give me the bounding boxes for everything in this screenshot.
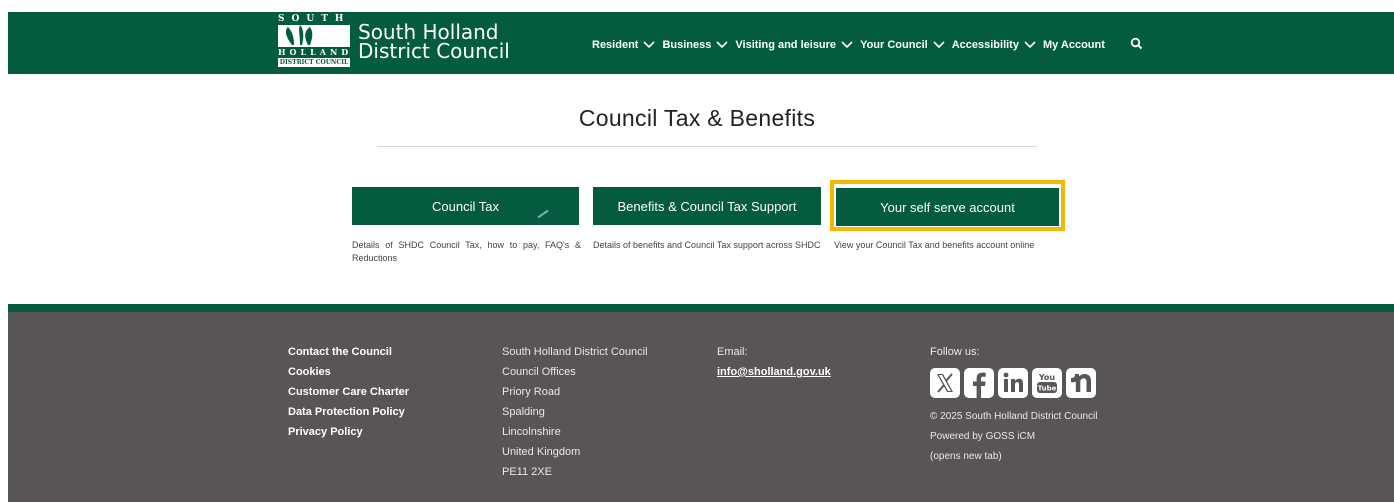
follow-label: Follow us: xyxy=(930,346,980,358)
nav-my-account[interactable]: My Account xyxy=(1043,39,1105,51)
svg-text:Tube: Tube xyxy=(1038,385,1057,393)
powered-by-link[interactable]: Powered by GOSS iCM xyxy=(930,430,1100,450)
logo-emblem: SOUTH HOLLAND DISTRICT COUNCIL xyxy=(278,14,356,70)
tulip-emblem-icon xyxy=(278,25,350,47)
logo-wordmark: South Holland District Council xyxy=(358,22,510,63)
chevron-down-icon xyxy=(1024,41,1036,49)
chevron-down-icon xyxy=(841,41,853,49)
youtube-icon[interactable]: You Tube xyxy=(1032,368,1062,398)
benefits-description: Details of benefits and Council Tax supp… xyxy=(593,240,821,250)
council-tax-button[interactable]: Council Tax xyxy=(352,187,579,225)
facebook-icon[interactable] xyxy=(964,368,994,398)
page-title: Council Tax & Benefits xyxy=(578,105,816,131)
address-line: Spalding xyxy=(502,406,545,418)
linkedin-icon[interactable] xyxy=(998,368,1028,398)
self-serve-description: View your Council Tax and benefits accou… xyxy=(834,240,1035,250)
card-label: Your self serve account xyxy=(880,199,1015,215)
address-line: United Kingdom xyxy=(502,446,581,458)
footer-link-contact[interactable]: Contact the Council xyxy=(288,346,409,366)
card-label: Council Tax xyxy=(432,198,499,214)
council-tax-description: Details of SHDC Council Tax, how to pay,… xyxy=(352,240,581,263)
site-footer: Contact the Council Cookies Customer Car… xyxy=(8,312,1394,502)
title-divider xyxy=(377,146,1037,147)
footer-social: Follow us: You Tube © 2025 South Holland… xyxy=(930,346,1100,470)
address-line: Council Offices xyxy=(502,366,576,378)
footer-link-customer-care[interactable]: Customer Care Charter xyxy=(288,386,409,406)
copyright-text: © 2025 South Holland District Council xyxy=(930,411,1098,422)
council-logo[interactable]: SOUTH HOLLAND DISTRICT COUNCIL South Hol… xyxy=(278,14,510,70)
address-line: South Holland District Council xyxy=(502,346,648,358)
logo-mark-district: DISTRICT COUNCIL xyxy=(278,58,350,67)
site-header: SOUTH HOLLAND DISTRICT COUNCIL South Hol… xyxy=(8,12,1394,74)
card-label: Benefits & Council Tax Support xyxy=(617,198,797,214)
nav-your-council[interactable]: Your Council xyxy=(860,39,945,51)
footer-address: South Holland District Council Council O… xyxy=(502,346,648,486)
x-icon[interactable] xyxy=(930,368,960,398)
logo-mark-south: SOUTH xyxy=(278,14,351,24)
nav-label: Business xyxy=(662,39,712,51)
nav-accessibility[interactable]: Accessibility xyxy=(952,39,1036,51)
logo-line-2: District Council xyxy=(358,39,510,63)
address-line: Priory Road xyxy=(502,386,561,398)
nav-resident[interactable]: Resident xyxy=(592,39,656,51)
benefits-council-tax-support-button[interactable]: Benefits & Council Tax Support xyxy=(593,187,821,225)
logo-mark-holland: HOLLAND xyxy=(278,47,353,57)
nav-label: My Account xyxy=(1042,39,1105,51)
footer-email: Email: info@sholland.gov.uk xyxy=(717,346,831,386)
footer-link-privacy[interactable]: Privacy Policy xyxy=(288,426,409,446)
nav-label: Accessibility xyxy=(951,39,1019,51)
email-label: Email: xyxy=(717,346,748,358)
nav-label: Visiting and leisure xyxy=(735,39,837,51)
address-line: PE11 2XE xyxy=(502,466,552,478)
nav-label: Your Council xyxy=(860,39,928,51)
footer-top-bar xyxy=(8,304,1394,312)
chevron-down-icon xyxy=(933,41,945,49)
self-serve-account-button[interactable]: Your self serve account xyxy=(836,188,1059,226)
svg-text:You: You xyxy=(1038,373,1056,382)
email-link[interactable]: info@sholland.gov.uk xyxy=(717,366,831,386)
chevron-down-icon xyxy=(643,41,656,49)
address-line: Lincolnshire xyxy=(502,426,561,438)
nav-business[interactable]: Business xyxy=(662,39,728,51)
social-icons: You Tube xyxy=(930,368,1100,398)
nextdoor-icon[interactable] xyxy=(1066,368,1096,398)
nav-label: Resident xyxy=(592,39,639,51)
opens-new-tab-note: (opens new tab) xyxy=(930,451,1002,462)
footer-link-data-protection[interactable]: Data Protection Policy xyxy=(288,406,409,426)
main-nav: Resident Business Visiting and leisure Y… xyxy=(592,37,1143,51)
search-icon[interactable] xyxy=(1130,37,1144,51)
footer-link-cookies[interactable]: Cookies xyxy=(288,366,409,386)
chevron-down-icon xyxy=(716,41,728,49)
nav-visiting-and-leisure[interactable]: Visiting and leisure xyxy=(735,39,853,51)
footer-links: Contact the Council Cookies Customer Car… xyxy=(288,346,409,446)
